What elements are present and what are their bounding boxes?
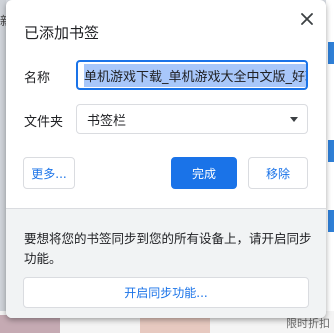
more-button[interactable]: 更多... bbox=[23, 157, 75, 189]
remove-button[interactable]: 移除 bbox=[248, 157, 308, 189]
close-icon bbox=[301, 13, 313, 25]
close-button[interactable] bbox=[298, 10, 316, 28]
bookmark-name-value: 单机游戏下载_单机游戏大全中文版_好玩的 bbox=[84, 63, 306, 87]
name-label: 名称 bbox=[24, 71, 51, 86]
dropdown-arrow-icon bbox=[290, 117, 298, 122]
done-button[interactable]: 完成 bbox=[171, 157, 237, 189]
sync-promo-footer: 要想将您的书签同步到您的所有设备上，请开启同步功能。 开启同步功能... bbox=[6, 209, 326, 318]
folder-select-value: 书签栏 bbox=[87, 113, 127, 129]
sync-promo-text: 要想将您的书签同步到您的所有设备上，请开启同步功能。 bbox=[24, 231, 312, 266]
background-stripe bbox=[328, 140, 334, 162]
background-page-right bbox=[326, 0, 334, 333]
folder-label: 文件夹 bbox=[24, 115, 64, 130]
folder-select[interactable]: 书签栏 bbox=[76, 104, 308, 134]
background-stripe bbox=[328, 42, 334, 64]
turn-on-sync-button[interactable]: 开启同步功能... bbox=[23, 277, 309, 308]
background-stripe bbox=[328, 210, 334, 232]
bookmark-added-dialog: 已添加书签 名称 单机游戏下载_单机游戏大全中文版_好玩的 文件夹 书签栏 更多… bbox=[6, 0, 326, 318]
dialog-title: 已添加书签 bbox=[24, 24, 100, 42]
bookmark-name-input[interactable]: 单机游戏下载_单机游戏大全中文版_好玩的 bbox=[76, 60, 308, 90]
